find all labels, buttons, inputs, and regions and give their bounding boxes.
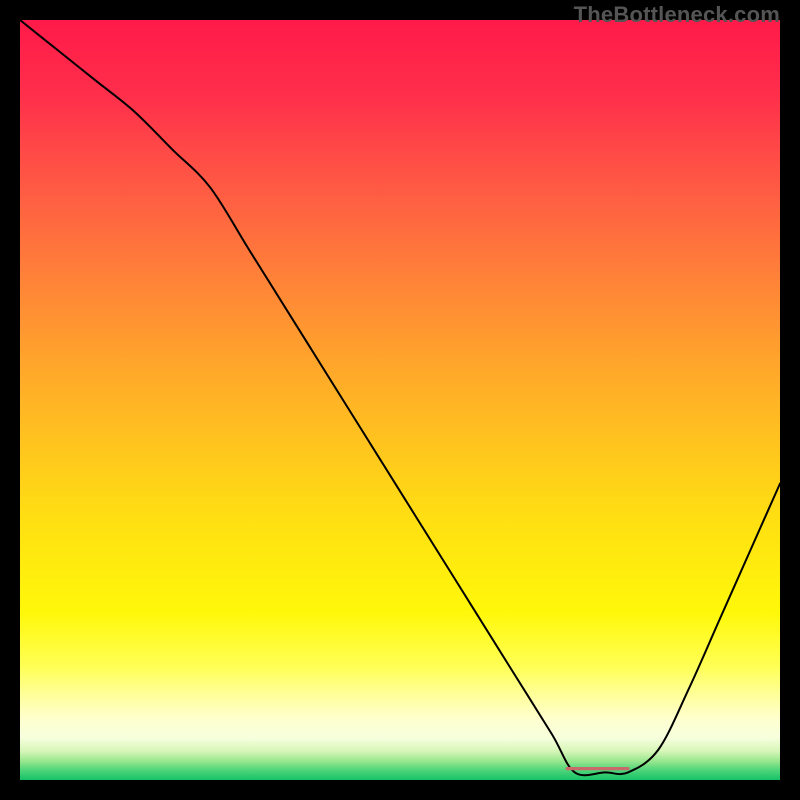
bottleneck-chart: [20, 20, 780, 780]
chart-background: [20, 20, 780, 780]
chart-stage: TheBottleneck.com: [0, 0, 800, 800]
watermark-label: TheBottleneck.com: [574, 2, 780, 28]
